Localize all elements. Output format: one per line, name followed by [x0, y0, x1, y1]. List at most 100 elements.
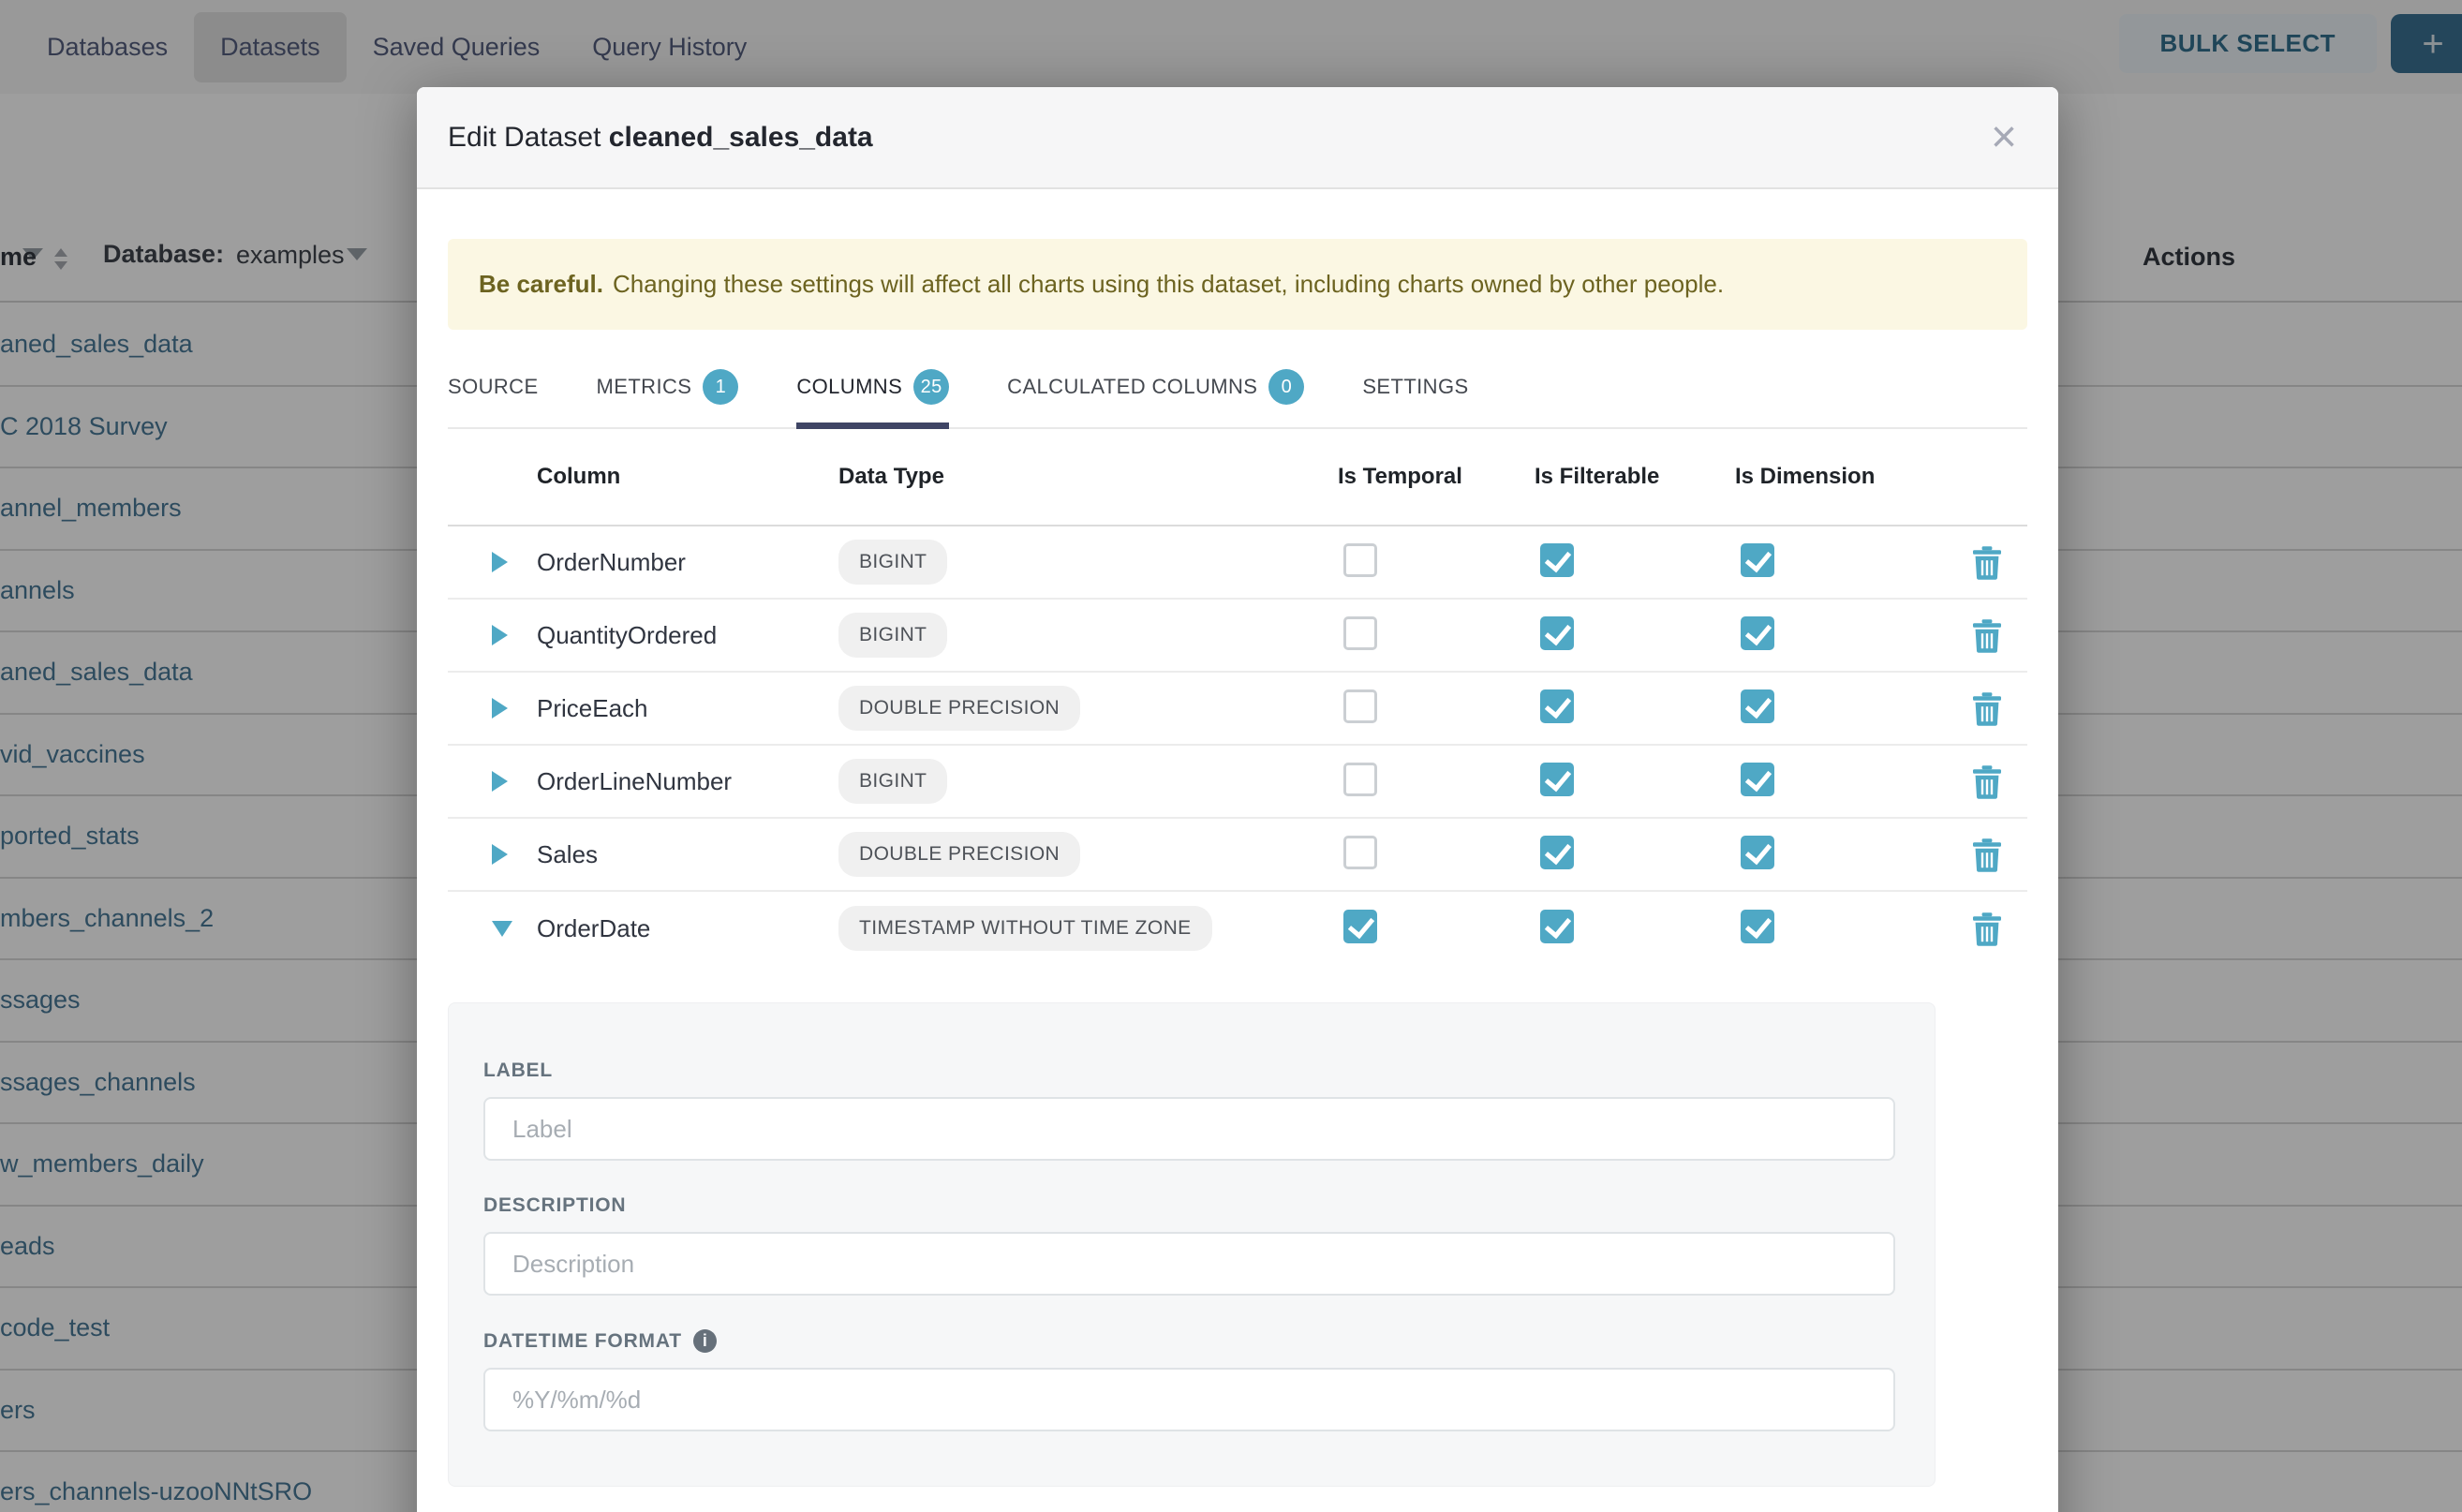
edit-dataset-modal: Edit Dataset cleaned_sales_data × Be car… — [417, 87, 2058, 1512]
label-field: LABEL — [483, 1060, 1895, 1161]
is-temporal-checkbox[interactable] — [1343, 616, 1377, 650]
data-type-cell: DOUBLE PRECISION — [838, 832, 1338, 877]
is-dimension-checkbox[interactable] — [1741, 910, 1774, 943]
is-dimension-cell — [1735, 910, 1947, 948]
expand-caret-icon[interactable] — [492, 771, 508, 792]
trash-icon — [1971, 690, 2003, 726]
is-dimension-header: Is Dimension — [1735, 464, 1947, 490]
is-filterable-checkbox[interactable] — [1540, 689, 1574, 723]
datetime-format-input[interactable] — [483, 1368, 1895, 1431]
info-icon[interactable]: i — [693, 1329, 717, 1353]
close-icon[interactable]: × — [1983, 115, 2024, 160]
modal-body: Be careful. Changing these settings will… — [417, 239, 2058, 1487]
is-temporal-checkbox[interactable] — [1343, 910, 1377, 943]
modal-tab[interactable]: COLUMNS 25 — [796, 354, 949, 427]
delete-column-button[interactable] — [1971, 911, 2003, 946]
caret-cell — [448, 921, 537, 937]
caret-cell — [448, 625, 537, 645]
is-filterable-checkbox[interactable] — [1540, 910, 1574, 943]
modal-tab[interactable]: CALCULATED COLUMNS 0 — [1007, 354, 1304, 427]
is-temporal-checkbox[interactable] — [1343, 543, 1377, 577]
is-dimension-checkbox[interactable] — [1741, 616, 1774, 650]
delete-column-button[interactable] — [1971, 763, 2003, 799]
data-type-badge: DOUBLE PRECISION — [838, 832, 1080, 877]
column-row: OrderLineNumber BIGINT — [448, 746, 2027, 819]
is-temporal-checkbox[interactable] — [1343, 836, 1377, 869]
modal-title: Edit Dataset cleaned_sales_data — [448, 122, 873, 154]
trash-icon — [1971, 837, 2003, 872]
datetime-format-text: DATETIME FORMAT — [483, 1330, 682, 1353]
column-row: QuantityOrdered BIGINT — [448, 600, 2027, 673]
column-header: Column — [537, 464, 838, 490]
tab-label: SETTINGS — [1362, 375, 1468, 399]
columns-table-rows: OrderNumber BIGINT — [448, 526, 2027, 965]
column-name: PriceEach — [537, 694, 838, 723]
description-text: DESCRIPTION — [483, 1194, 626, 1217]
trash-cell — [1947, 763, 2027, 799]
expand-caret-icon[interactable] — [492, 921, 512, 937]
is-dimension-cell — [1735, 543, 1947, 582]
is-filterable-checkbox[interactable] — [1540, 763, 1574, 796]
is-temporal-checkbox[interactable] — [1343, 689, 1377, 723]
description-input[interactable] — [483, 1232, 1895, 1296]
column-name: OrderNumber — [537, 548, 838, 577]
is-filterable-header: Is Filterable — [1535, 464, 1735, 490]
is-dimension-cell — [1735, 763, 1947, 801]
expand-caret-icon[interactable] — [492, 552, 508, 572]
data-type-cell: TIMESTAMP WITHOUT TIME ZONE — [838, 906, 1338, 951]
tab-label: SOURCE — [448, 375, 539, 399]
is-filterable-checkbox[interactable] — [1540, 836, 1574, 869]
is-dimension-cell — [1735, 689, 1947, 728]
expand-caret-icon[interactable] — [492, 625, 508, 645]
tab-label: COLUMNS — [796, 375, 902, 399]
is-filterable-cell — [1535, 836, 1735, 874]
is-dimension-checkbox[interactable] — [1741, 543, 1774, 577]
modal-tab[interactable]: SOURCE — [448, 354, 539, 427]
delete-column-button[interactable] — [1971, 544, 2003, 580]
delete-column-button[interactable] — [1971, 837, 2003, 872]
warning-banner: Be careful. Changing these settings will… — [448, 239, 2027, 330]
data-type-cell: DOUBLE PRECISION — [838, 686, 1338, 731]
expand-caret-icon[interactable] — [492, 698, 508, 719]
is-dimension-checkbox[interactable] — [1741, 689, 1774, 723]
trash-icon — [1971, 763, 2003, 799]
caret-cell — [448, 552, 537, 572]
data-type-badge: BIGINT — [838, 759, 947, 804]
tab-label: CALCULATED COLUMNS — [1007, 375, 1257, 399]
modal-tab[interactable]: SETTINGS — [1362, 354, 1468, 427]
data-type-cell: BIGINT — [838, 540, 1338, 585]
label-input[interactable] — [483, 1097, 1895, 1161]
data-type-badge: TIMESTAMP WITHOUT TIME ZONE — [838, 906, 1212, 951]
column-row: Sales DOUBLE PRECISION — [448, 819, 2027, 892]
is-temporal-cell — [1338, 689, 1535, 728]
is-dimension-checkbox[interactable] — [1741, 836, 1774, 869]
description-field: DESCRIPTION — [483, 1194, 1895, 1296]
is-temporal-header: Is Temporal — [1338, 464, 1535, 490]
expand-caret-icon[interactable] — [492, 844, 508, 865]
is-temporal-checkbox[interactable] — [1343, 763, 1377, 796]
is-filterable-cell — [1535, 616, 1735, 655]
is-filterable-checkbox[interactable] — [1540, 616, 1574, 650]
column-row: OrderNumber BIGINT — [448, 526, 2027, 600]
delete-column-button[interactable] — [1971, 617, 2003, 653]
column-name: QuantityOrdered — [537, 621, 838, 650]
trash-icon — [1971, 544, 2003, 580]
is-filterable-cell — [1535, 763, 1735, 801]
is-dimension-cell — [1735, 616, 1947, 655]
is-filterable-checkbox[interactable] — [1540, 543, 1574, 577]
modal-tab[interactable]: METRICS 1 — [597, 354, 739, 427]
delete-column-button[interactable] — [1971, 690, 2003, 726]
is-dimension-cell — [1735, 836, 1947, 874]
caret-cell — [448, 698, 537, 719]
warning-bold-text: Be careful. — [479, 270, 603, 299]
data-type-cell: BIGINT — [838, 759, 1338, 804]
data-type-header: Data Type — [838, 464, 1338, 490]
trash-cell — [1947, 690, 2027, 726]
tab-count-badge: 25 — [913, 369, 949, 405]
trash-icon — [1971, 617, 2003, 653]
data-type-badge: DOUBLE PRECISION — [838, 686, 1080, 731]
label-text: LABEL — [483, 1060, 553, 1082]
warning-text: Changing these settings will affect all … — [613, 270, 1724, 299]
data-type-badge: BIGINT — [838, 613, 947, 658]
is-dimension-checkbox[interactable] — [1741, 763, 1774, 796]
